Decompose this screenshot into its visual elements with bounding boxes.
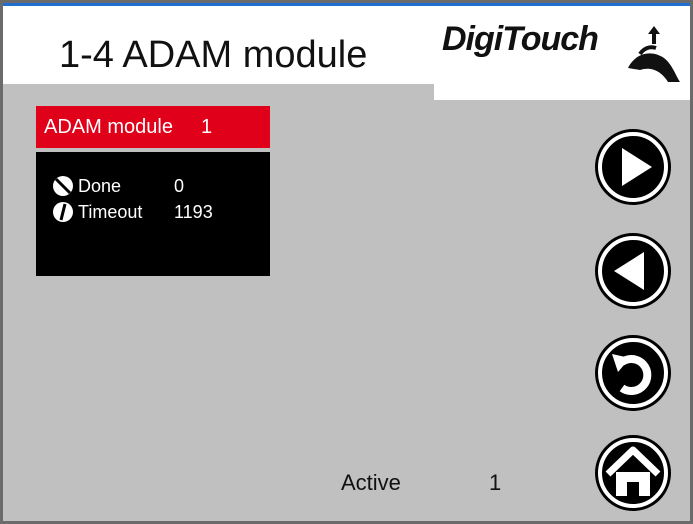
logo-text: DigiTouch	[442, 20, 599, 58]
active-value: 1	[489, 470, 502, 495]
module-panel-header: ADAM module 1	[36, 106, 270, 148]
done-status-icon	[53, 176, 73, 196]
done-row: Done 0	[52, 174, 184, 198]
done-label: Done	[78, 175, 122, 196]
module-number: 1	[200, 115, 213, 138]
page-title: 1-4 ADAM module	[59, 34, 368, 76]
module-panel-body: Done 0 Timeout 1193	[36, 152, 270, 276]
timeout-status-icon	[53, 202, 73, 222]
module-label: ADAM module	[44, 115, 173, 138]
done-value: 0	[174, 175, 185, 196]
timeout-value: 1193	[174, 201, 213, 222]
logo-hand-icon	[628, 26, 680, 82]
timeout-row: Timeout 1193	[52, 200, 213, 224]
active-label: Active	[341, 470, 401, 495]
next-button[interactable]	[592, 126, 674, 208]
digitouch-logo: DigiTouch	[434, 6, 690, 100]
timeout-label: Timeout	[78, 201, 143, 222]
previous-button[interactable]	[592, 230, 674, 312]
back-button[interactable]	[592, 332, 674, 414]
home-button[interactable]	[592, 432, 674, 514]
